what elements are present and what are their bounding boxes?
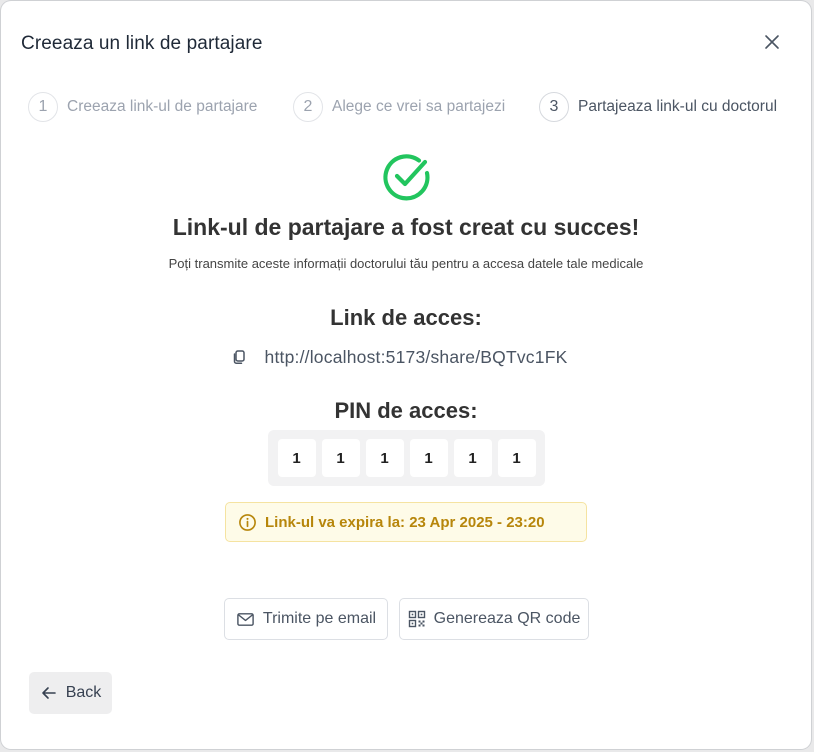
back-button[interactable]: Back — [29, 672, 112, 714]
pin-digit: 1 — [409, 439, 448, 477]
pin-display: 1 1 1 1 1 1 — [268, 430, 545, 486]
step-number: 2 — [293, 92, 323, 122]
generate-qr-label: Genereaza QR code — [433, 610, 581, 627]
check-circle-icon — [383, 154, 430, 201]
step-label: Alege ce vrei sa partajezi — [332, 98, 506, 115]
access-link-row: http://localhost:5173/share/BQTvc1FK — [1, 345, 811, 369]
info-icon — [239, 513, 256, 531]
send-email-button[interactable]: Trimite pe email — [224, 598, 388, 640]
pin-digit: 1 — [453, 439, 492, 477]
share-link-dialog: Creeaza un link de partajare 1 Creeaza l… — [1, 1, 811, 749]
access-link-heading: Link de acces: — [330, 305, 482, 330]
stepper: 1 Creeaza link-ul de partajare 2 Alege c… — [1, 90, 811, 124]
step-number: 3 — [539, 92, 569, 122]
qr-code-icon — [408, 610, 425, 628]
pin-digit: 1 — [365, 439, 404, 477]
mail-icon — [237, 612, 254, 626]
pin-digit: 1 — [277, 439, 316, 477]
close-icon — [765, 35, 779, 49]
arrow-left-icon — [41, 687, 56, 699]
success-subtitle: Poți transmite aceste informații doctoru… — [168, 256, 644, 271]
access-pin-heading: PIN de acces: — [334, 398, 478, 423]
access-link-url[interactable]: http://localhost:5173/share/BQTvc1FK — [265, 347, 568, 368]
expiry-text: Link-ul va expira la: 23 Apr 2025 - 23:2… — [265, 513, 545, 531]
back-label: Back — [65, 684, 102, 701]
dialog-title: Creeaza un link de partajare — [21, 33, 263, 54]
expiry-notice: Link-ul va expira la: 23 Apr 2025 - 23:2… — [225, 502, 587, 542]
send-email-label: Trimite pe email — [262, 610, 377, 627]
step-1[interactable]: 1 Creeaza link-ul de partajare — [28, 90, 257, 124]
success-title: Link-ul de partajare a fost creat cu suc… — [172, 214, 640, 240]
step-label: Creeaza link-ul de partajare — [67, 98, 258, 115]
close-button[interactable] — [761, 31, 783, 53]
step-number: 1 — [28, 92, 58, 122]
pin-digit: 1 — [497, 439, 536, 477]
step-label: Partajeaza link-ul cu doctorul — [578, 98, 778, 115]
step-2[interactable]: 2 Alege ce vrei sa partajezi — [293, 90, 505, 124]
generate-qr-button[interactable]: Genereaza QR code — [399, 598, 589, 640]
pin-digit: 1 — [321, 439, 360, 477]
step-3[interactable]: 3 Partajeaza link-ul cu doctorul — [539, 90, 777, 124]
copy-icon[interactable] — [231, 349, 247, 365]
